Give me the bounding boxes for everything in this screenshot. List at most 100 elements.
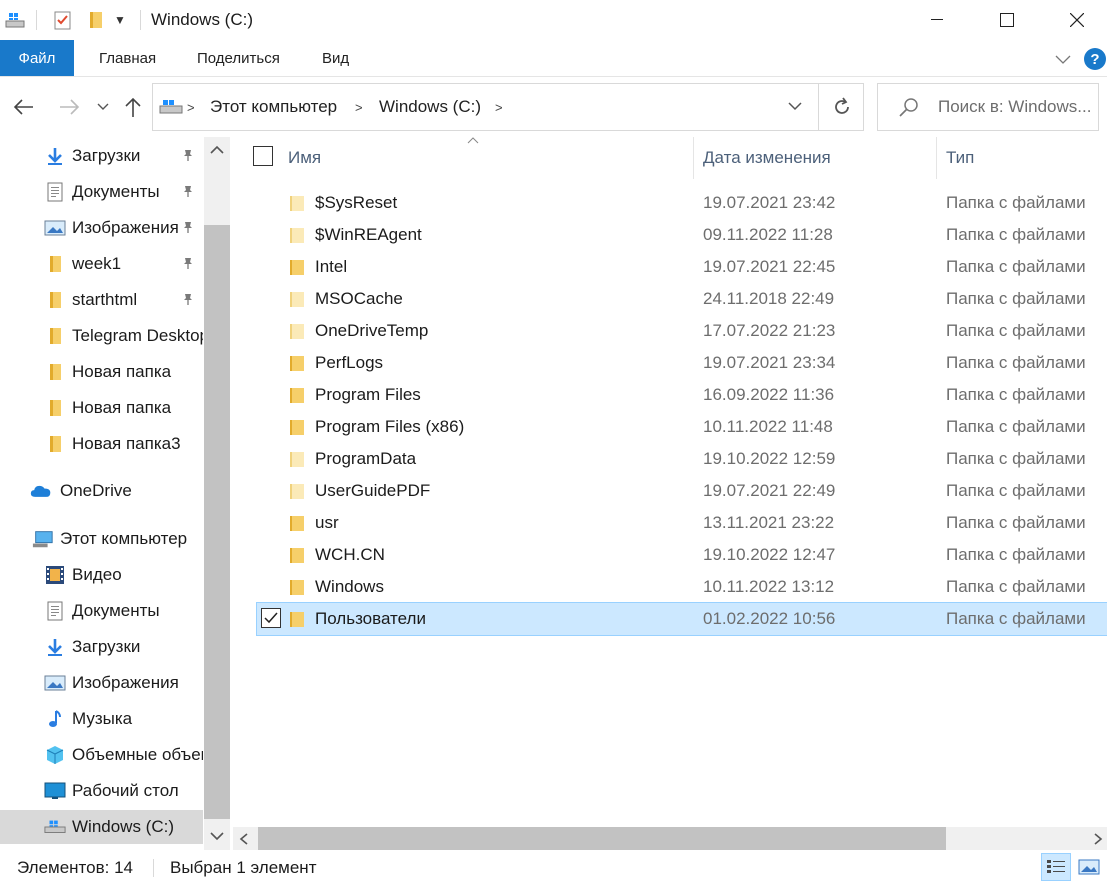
- folder-icon: [290, 612, 304, 627]
- table-row[interactable]: Windows 10.11.2022 13:12 Папка с файлами: [257, 571, 1107, 603]
- file-date: 19.07.2021 23:34: [703, 353, 836, 372]
- title-bar: ▼ Windows (C:): [0, 0, 1107, 40]
- folder-icon: [290, 580, 304, 595]
- file-name: MSOCache: [315, 289, 403, 308]
- column-header-date[interactable]: Дата изменения: [703, 137, 831, 179]
- sidebar-item-quick-2[interactable]: Изображения: [0, 211, 203, 245]
- details-view-icon: [1047, 860, 1065, 873]
- breadcrumb-this-pc[interactable]: Этот компьютер: [210, 84, 337, 130]
- table-row[interactable]: Пользователи 01.02.2022 10:56 Папка с файл…: [256, 602, 1107, 636]
- breadcrumb-windows-c[interactable]: Windows (C:): [379, 84, 481, 130]
- scroll-left-icon[interactable]: [239, 833, 249, 845]
- sidebar-item-pc-6[interactable]: Рабочий стол: [0, 774, 203, 808]
- table-row[interactable]: Program Files (x86) 10.11.2022 11:48 Папка…: [257, 411, 1107, 443]
- expand-ribbon-button[interactable]: [1054, 50, 1072, 68]
- sidebar-item-pc-7[interactable]: Windows (C:): [0, 810, 203, 844]
- nav-pane-scrollbar[interactable]: [204, 137, 230, 850]
- pin-icon[interactable]: [181, 256, 197, 272]
- table-row[interactable]: MSOCache 24.11.2018 22:49 Папка с файлами: [257, 283, 1107, 315]
- table-row[interactable]: Program Files 16.09.2022 11:36 Папка с фай…: [257, 379, 1107, 411]
- sidebar-item-pc-1[interactable]: Документы: [0, 594, 203, 628]
- forward-button[interactable]: [57, 93, 83, 121]
- help-button[interactable]: ?: [1084, 48, 1106, 70]
- sidebar-item-quick-4[interactable]: starthtml: [0, 283, 203, 317]
- table-row[interactable]: $SysReset 19.07.2021 23:42 Папка с файлами: [257, 187, 1107, 219]
- search-input[interactable]: Поиск в: Windows...: [938, 84, 1091, 130]
- close-button[interactable]: [1054, 0, 1100, 40]
- sidebar-item-quick-0[interactable]: Загрузки: [0, 139, 203, 173]
- sidebar-item-label: Новая папка: [72, 398, 172, 417]
- properties-button[interactable]: [52, 8, 74, 32]
- pin-icon[interactable]: [181, 148, 197, 164]
- pin-icon[interactable]: [181, 220, 197, 236]
- sidebar-item-label: Новая папка3: [72, 434, 181, 453]
- scroll-right-icon[interactable]: [1093, 833, 1103, 845]
- new-folder-button[interactable]: [86, 8, 106, 32]
- sidebar-item-pc-3[interactable]: Изображения: [0, 666, 203, 700]
- minimize-icon: [931, 19, 943, 20]
- table-row[interactable]: PerfLogs 19.07.2021 23:34 Папка с файлами: [257, 347, 1107, 379]
- refresh-button[interactable]: [831, 96, 853, 123]
- row-checkbox[interactable]: [261, 608, 281, 628]
- folder-icon: [290, 292, 304, 307]
- breadcrumb-separator-icon[interactable]: >: [187, 84, 195, 130]
- refresh-icon: [835, 97, 849, 114]
- breadcrumb-separator-icon[interactable]: >: [355, 84, 363, 130]
- search-box[interactable]: Поиск в: Windows...: [877, 83, 1099, 131]
- maximize-button[interactable]: [984, 0, 1030, 40]
- folder-icon: [290, 420, 304, 435]
- horizontal-scrollbar[interactable]: [233, 827, 1107, 850]
- sidebar-item-label: Этот компьютер: [60, 529, 188, 548]
- column-header-name[interactable]: Имя: [288, 137, 321, 179]
- back-button[interactable]: [10, 93, 36, 121]
- sidebar-item-quick-6[interactable]: Новая папка: [0, 355, 203, 389]
- file-date: 19.07.2021 23:42: [703, 193, 836, 212]
- sidebar-item-onedrive[interactable]: OneDrive: [0, 474, 203, 508]
- table-row[interactable]: OneDriveTemp 17.07.2022 21:23 Папка с файл…: [257, 315, 1107, 347]
- tab-view[interactable]: Вид: [322, 40, 349, 76]
- sidebar-item-pc-2[interactable]: Загрузки: [0, 630, 203, 664]
- address-history-button[interactable]: [787, 98, 803, 119]
- table-row[interactable]: usr 13.11.2021 23:22 Папка с файлами: [257, 507, 1107, 539]
- sidebar-item-pc-4[interactable]: Музыка: [0, 702, 203, 736]
- details-view-button[interactable]: [1041, 853, 1071, 881]
- scroll-up-icon[interactable]: [210, 145, 224, 155]
- sidebar-item-quick-5[interactable]: Telegram Desktop: [0, 319, 203, 353]
- scroll-down-icon[interactable]: [210, 831, 224, 841]
- video-icon: [44, 564, 66, 586]
- sidebar-item-label: Загрузки: [72, 146, 141, 165]
- sidebar-item-this-pc[interactable]: Этот компьютер: [0, 522, 203, 556]
- table-row[interactable]: WCH.CN 19.10.2022 12:47 Папка с файлами: [257, 539, 1107, 571]
- pin-icon[interactable]: [181, 184, 197, 200]
- sidebar-item-quick-7[interactable]: Новая папка: [0, 391, 203, 425]
- sidebar-item-quick-8[interactable]: Новая папка3: [0, 427, 203, 461]
- scrollbar-thumb[interactable]: [258, 827, 946, 850]
- sidebar-item-pc-5[interactable]: Объемные объекты: [0, 738, 203, 772]
- recent-locations-button[interactable]: [96, 93, 110, 121]
- table-row[interactable]: UserGuidePDF 19.07.2021 22:49 Папка с файл…: [257, 475, 1107, 507]
- sidebar-item-quick-1[interactable]: Документы: [0, 175, 203, 209]
- file-type: Папка с файлами: [946, 353, 1086, 372]
- file-name: $WinREAgent: [315, 225, 422, 244]
- table-row[interactable]: Intel 19.07.2021 22:45 Папка с файлами: [257, 251, 1107, 283]
- tab-file[interactable]: Файл: [0, 40, 74, 76]
- table-row[interactable]: ProgramData 19.10.2022 12:59 Папка с файла…: [257, 443, 1107, 475]
- tab-home[interactable]: Главная: [99, 40, 156, 76]
- folder-icon: [290, 452, 304, 467]
- minimize-button[interactable]: [914, 0, 960, 40]
- item-count: Элементов: 14: [17, 858, 133, 877]
- address-bar[interactable]: > Этот компьютер > Windows (C:) >: [152, 83, 864, 131]
- sidebar-item-quick-3[interactable]: week1: [0, 247, 203, 281]
- file-type: Папка с файлами: [946, 481, 1086, 500]
- pin-icon[interactable]: [181, 292, 197, 308]
- up-button[interactable]: [122, 93, 144, 121]
- select-all-checkbox[interactable]: [253, 146, 273, 166]
- sidebar-item-pc-0[interactable]: Видео: [0, 558, 203, 592]
- tab-share[interactable]: Поделиться: [197, 40, 280, 76]
- column-header-type[interactable]: Тип: [946, 137, 974, 179]
- table-row[interactable]: $WinREAgent 09.11.2022 11:28 Папка с файла…: [257, 219, 1107, 251]
- large-icons-view-button[interactable]: [1074, 853, 1104, 881]
- customize-toolbar-button[interactable]: ▼: [114, 8, 126, 32]
- scrollbar-thumb[interactable]: [204, 225, 230, 819]
- breadcrumb-separator-icon[interactable]: >: [495, 84, 503, 130]
